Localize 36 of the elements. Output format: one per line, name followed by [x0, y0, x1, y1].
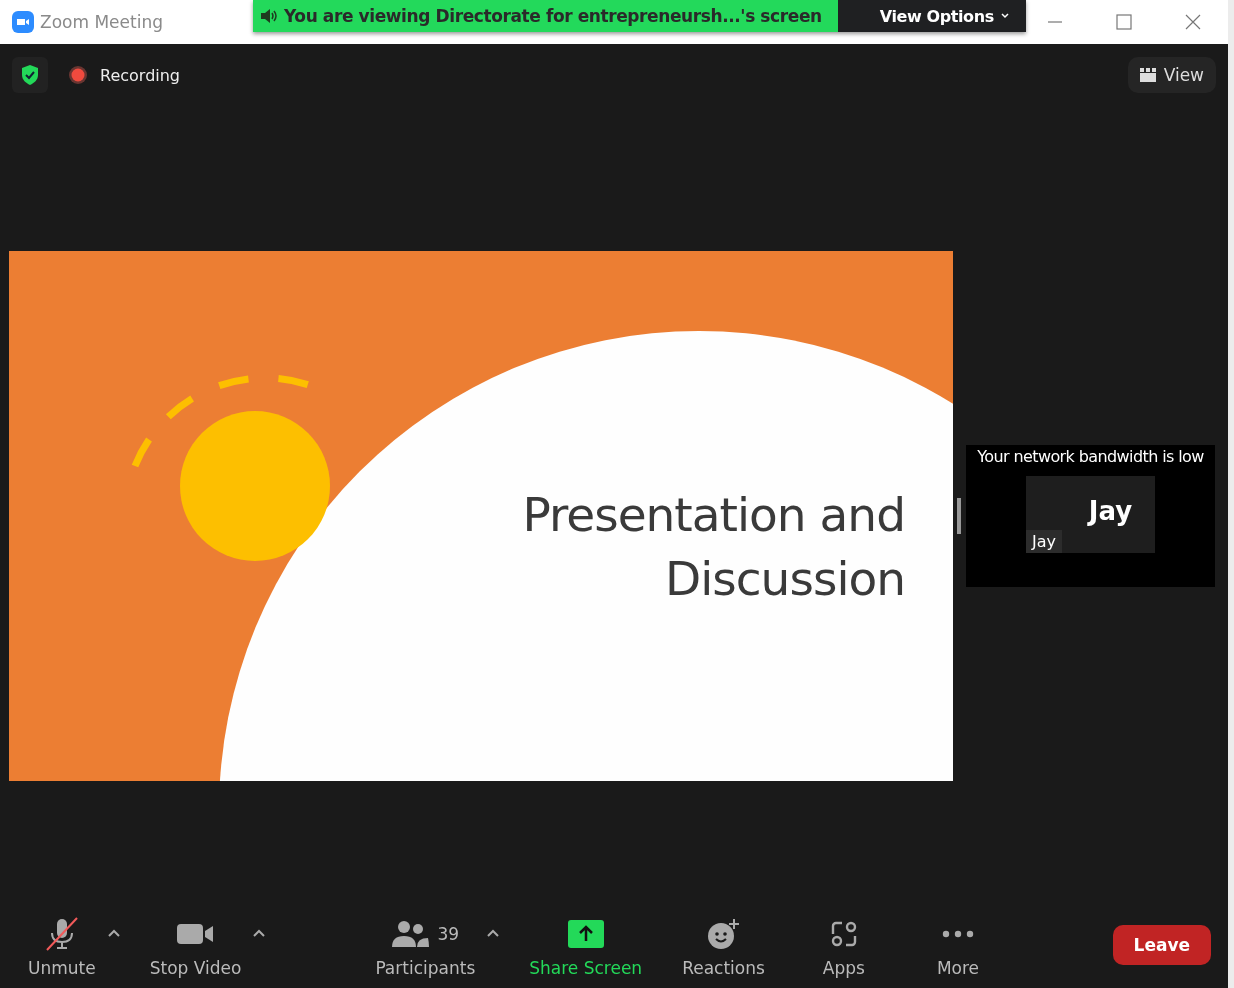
people-icon: [391, 919, 430, 948]
bandwidth-notice: Your network bandwidth is low: [977, 447, 1204, 466]
video-camera-icon: [176, 921, 215, 946]
resize-handle[interactable]: [957, 498, 961, 534]
participant-label: Jay: [1026, 530, 1062, 553]
recording-label: Recording: [100, 65, 181, 85]
video-camera-icon: [12, 11, 34, 33]
smiley-plus-icon: [706, 917, 741, 950]
view-options-button[interactable]: View Options: [837, 0, 1026, 32]
shield-icon: [20, 64, 40, 86]
share-screen-icon: [567, 919, 604, 948]
reactions-button[interactable]: Reactions: [682, 915, 765, 978]
slide-title: Presentation and Discussion: [522, 486, 905, 608]
participants-button[interactable]: 39 Participants: [375, 915, 476, 978]
speaker-icon: [259, 8, 279, 24]
security-button[interactable]: [12, 57, 48, 93]
participant-count: 39: [437, 923, 460, 944]
share-button[interactable]: Share Screen: [529, 915, 643, 978]
leave-button[interactable]: Leave: [1112, 924, 1211, 965]
banner-message: You are viewing Directorate for entrepreneursh...'s screen: [284, 6, 822, 26]
more-icon: [942, 929, 974, 938]
apps-button[interactable]: Apps: [822, 915, 865, 978]
apps-icon: [829, 919, 858, 948]
caret-icon[interactable]: [107, 928, 120, 937]
chevron-icon: [999, 12, 1010, 20]
window-title: Zoom Meeting: [40, 12, 163, 32]
more-button[interactable]: More: [936, 915, 980, 978]
view-button[interactable]: View: [1127, 57, 1216, 93]
recording-dot-icon: [68, 65, 88, 85]
video-button[interactable]: Stop Video: [149, 915, 242, 978]
caret-icon[interactable]: [253, 928, 266, 937]
participant-name: Jay: [1088, 495, 1133, 526]
close-icon[interactable]: [1185, 14, 1201, 30]
grid-icon: [1139, 68, 1156, 82]
mic-button[interactable]: Unmute: [28, 915, 96, 978]
caret-icon[interactable]: [487, 928, 500, 937]
